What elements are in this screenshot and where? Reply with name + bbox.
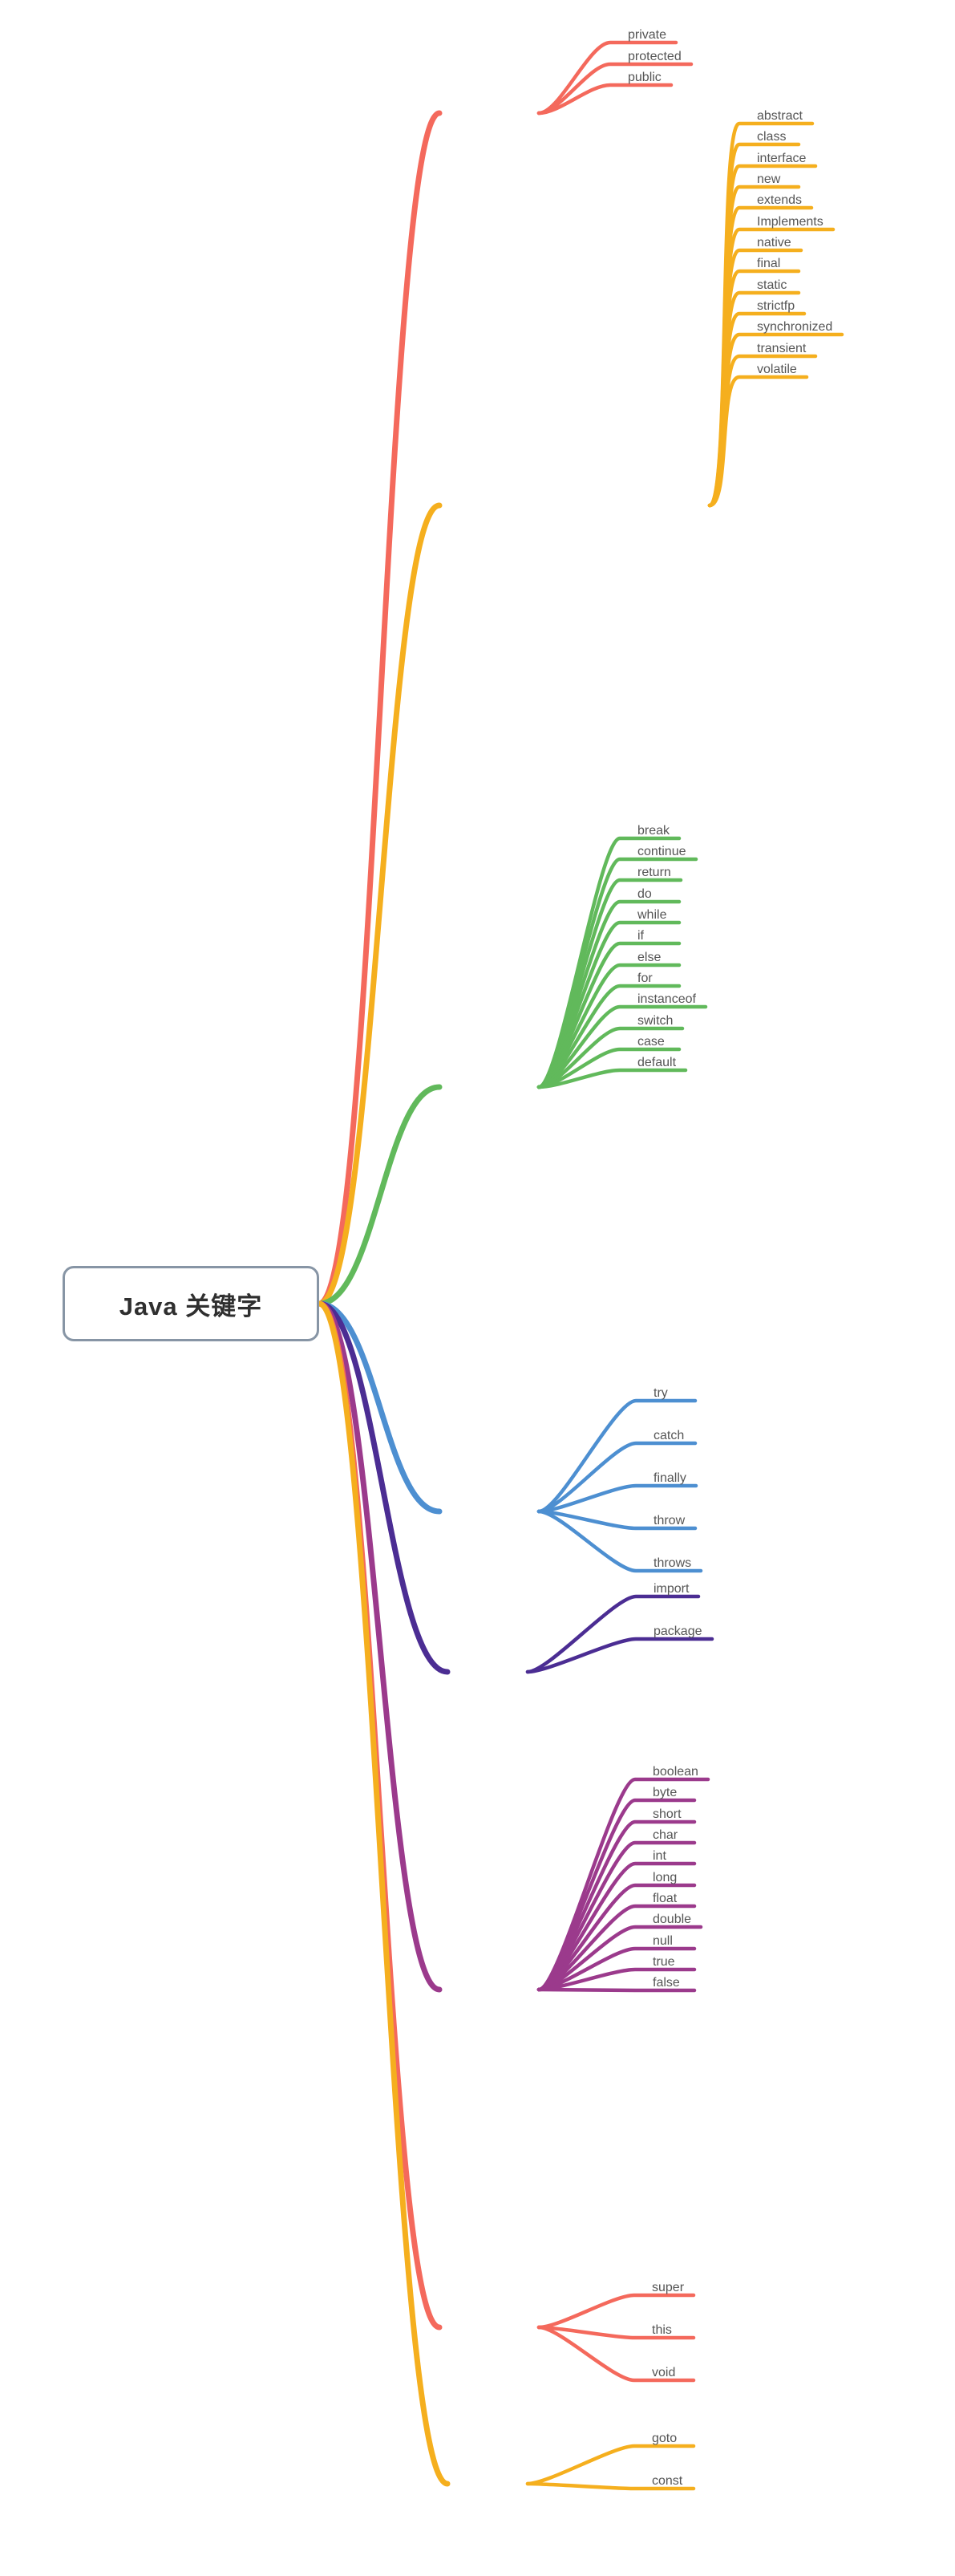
leaf-label[interactable]: abstract: [757, 110, 803, 123]
leaf-label[interactable]: protected: [628, 51, 682, 63]
leaf-label[interactable]: package: [654, 1625, 702, 1638]
leaf-label[interactable]: case: [637, 1036, 665, 1049]
leaf-label[interactable]: short: [653, 1808, 682, 1821]
leaf-label[interactable]: static: [757, 279, 787, 292]
leaf-label[interactable]: true: [653, 1956, 675, 1969]
leaf-label[interactable]: transient: [757, 343, 806, 355]
leaf-label[interactable]: new: [757, 173, 780, 186]
leaf-label[interactable]: while: [637, 909, 666, 922]
leaf-label[interactable]: catch: [654, 1430, 684, 1442]
leaf-label[interactable]: extends: [757, 194, 802, 207]
leaf-label[interactable]: void: [652, 2367, 675, 2379]
leaf-label[interactable]: final: [757, 258, 780, 270]
leaf-label[interactable]: synchronized: [757, 321, 832, 334]
connector: [707, 332, 844, 508]
leaf-label[interactable]: do: [637, 888, 652, 901]
leaf-label[interactable]: public: [628, 71, 662, 84]
leaf-label[interactable]: break: [637, 825, 670, 838]
leaf-label[interactable]: if: [637, 930, 644, 943]
leaf-label[interactable]: false: [653, 1977, 680, 1990]
connector: [316, 110, 443, 1307]
leaf-label[interactable]: null: [653, 1935, 673, 1948]
leaf-label[interactable]: throws: [654, 1557, 691, 1570]
root-node-label: Java 关键字: [119, 1292, 263, 1320]
leaf-label[interactable]: return: [637, 866, 671, 879]
connector: [536, 2293, 696, 2330]
leaf-label[interactable]: instanceof: [637, 993, 696, 1006]
leaf-label[interactable]: strictfp: [757, 300, 795, 313]
leaf-label[interactable]: goto: [652, 2432, 677, 2445]
leaf-label[interactable]: import: [654, 1583, 689, 1596]
leaf-label[interactable]: else: [637, 951, 661, 964]
root-node[interactable]: Java 关键字: [63, 1266, 319, 1341]
leaf-label[interactable]: throw: [654, 1515, 685, 1527]
leaf-label[interactable]: byte: [653, 1787, 677, 1799]
leaf-label[interactable]: long: [653, 1872, 677, 1884]
leaf-label[interactable]: switch: [637, 1015, 673, 1028]
leaf-label[interactable]: int: [653, 1850, 666, 1863]
leaf-label[interactable]: class: [757, 131, 786, 144]
leaf-label[interactable]: native: [757, 237, 791, 249]
leaf-label[interactable]: float: [653, 1892, 677, 1905]
leaf-label[interactable]: for: [637, 972, 653, 985]
leaf-label[interactable]: interface: [757, 152, 806, 165]
leaf-label[interactable]: this: [652, 2324, 672, 2337]
mindmap-canvas: Java 关键字 private protected public abstract cl…: [0, 0, 955, 2576]
leaf-label[interactable]: default: [637, 1057, 676, 1069]
leaf-label[interactable]: private: [628, 29, 666, 42]
leaf-label[interactable]: try: [654, 1387, 668, 1400]
leaf-label[interactable]: continue: [637, 846, 686, 858]
leaf-label[interactable]: char: [653, 1829, 678, 1842]
leaf-label[interactable]: finally: [654, 1472, 686, 1485]
leaf-label[interactable]: Implements: [757, 216, 823, 229]
connector: [536, 1398, 698, 1514]
leaf-label[interactable]: boolean: [653, 1766, 698, 1779]
leaf-label[interactable]: const: [652, 2475, 682, 2488]
leaf-label[interactable]: double: [653, 1913, 691, 1926]
leaf-label[interactable]: volatile: [757, 363, 797, 376]
leaf-label[interactable]: super: [652, 2282, 684, 2294]
connector: [316, 502, 443, 1307]
